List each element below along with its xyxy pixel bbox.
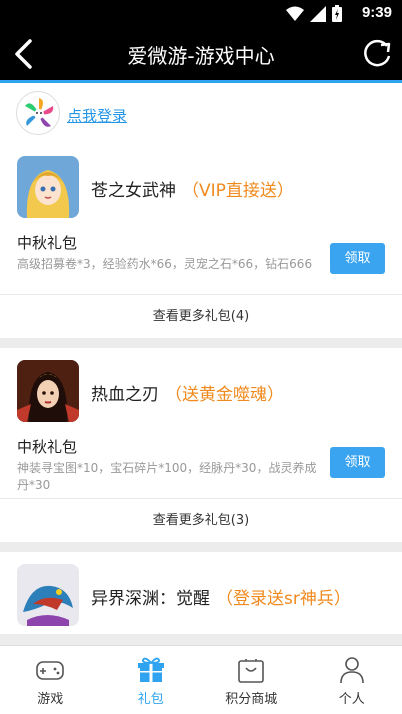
login-card: 点我登录 xyxy=(0,83,402,143)
game-card: 苍之女武神 （VIP直接送） 中秋礼包 高级招募卷*3，经验药水*66，灵宠之石*… xyxy=(0,143,402,338)
game-promo: （VIP直接送） xyxy=(182,181,294,201)
game-header: 苍之女武神 （VIP直接送） xyxy=(0,156,402,226)
gift-list[interactable]: 点我登录 苍之女武神 （VIP直接送） 中秋礼包 高级招募卷*3，经验药水*66… xyxy=(0,83,402,645)
claim-button[interactable]: 领取 xyxy=(330,447,385,478)
game-icon[interactable] xyxy=(17,564,79,626)
game-card: 异界深渊：觉醒 （登录送sr神兵） xyxy=(0,552,402,634)
wifi-icon xyxy=(286,6,304,21)
gift-row: 中秋礼包 神装寻宝图*10，宝石碎片*100，经脉丹*30，战灵养成丹*30 领… xyxy=(0,430,402,498)
login-link[interactable]: 点我登录 xyxy=(67,105,127,126)
more-gifts-link[interactable]: 查看更多礼包(4) xyxy=(0,294,402,338)
shopping-bag-icon xyxy=(238,659,265,683)
tab-games[interactable]: 游戏 xyxy=(0,646,101,714)
divider xyxy=(0,338,402,348)
tab-label: 积分商城 xyxy=(225,692,278,707)
game-promo: （登录送sr神兵） xyxy=(216,589,351,609)
gamepad-icon xyxy=(36,661,65,680)
game-icon[interactable] xyxy=(17,156,79,218)
game-card: 热血之刃 （送黄金噬魂） 中秋礼包 神装寻宝图*10，宝石碎片*100，经脉丹*3… xyxy=(0,348,402,542)
game-art-icon xyxy=(17,156,79,218)
gift-title: 中秋礼包 xyxy=(17,234,78,252)
gift-description: 高级招募卷*3，经验药水*66，灵宠之石*66，钻石666 xyxy=(17,257,313,271)
page-title: 爱微游-游戏中心 xyxy=(127,44,275,68)
game-icon[interactable] xyxy=(17,360,79,422)
app-bar: 爱微游-游戏中心 xyxy=(0,28,402,80)
divider xyxy=(0,542,402,552)
game-art-icon xyxy=(17,564,79,626)
tab-label: 游戏 xyxy=(37,692,64,707)
game-name: 苍之女武神 （VIP直接送） xyxy=(91,176,294,201)
game-name: 异界深渊：觉醒 （登录送sr神兵） xyxy=(91,584,351,609)
game-title: 苍之女武神 xyxy=(91,181,176,201)
status-time: 9:39 xyxy=(361,4,392,21)
person-icon xyxy=(339,657,364,684)
gift-row: 中秋礼包 高级招募卷*3，经验药水*66，灵宠之石*66，钻石666 领取 xyxy=(0,226,402,294)
game-header: 热血之刃 （送黄金噬魂） xyxy=(0,360,402,430)
tab-label: 礼包 xyxy=(137,692,164,707)
signal-icon xyxy=(310,5,326,22)
game-art-icon xyxy=(17,360,79,422)
game-title: 热血之刃 xyxy=(91,385,159,405)
gift-description: 神装寻宝图*10，宝石碎片*100，经脉丹*30，战灵养成丹*30 xyxy=(17,461,317,492)
game-promo: （送黄金噬魂） xyxy=(165,385,284,405)
refresh-icon[interactable] xyxy=(360,37,394,71)
game-header: 异界深渊：觉醒 （登录送sr神兵） xyxy=(0,564,402,634)
game-title: 异界深渊：觉醒 xyxy=(91,589,210,609)
tab-points-mall[interactable]: 积分商城 xyxy=(201,646,302,714)
tab-profile[interactable]: 个人 xyxy=(302,646,402,714)
status-bar: 9:39 xyxy=(0,0,402,28)
tab-gifts[interactable]: 礼包 xyxy=(101,646,202,714)
gift-icon xyxy=(137,657,164,682)
claim-button[interactable]: 领取 xyxy=(330,243,385,274)
game-name: 热血之刃 （送黄金噬魂） xyxy=(91,380,284,405)
tab-label: 个人 xyxy=(338,692,365,707)
more-gifts-link[interactable]: 查看更多礼包(3) xyxy=(0,498,402,542)
bottom-tab-bar: 游戏 礼包 积分商城 个人 xyxy=(0,645,402,714)
pinwheel-logo-icon xyxy=(25,98,54,127)
gift-title: 中秋礼包 xyxy=(17,438,78,456)
battery-icon xyxy=(332,5,342,22)
app-logo xyxy=(16,91,60,135)
